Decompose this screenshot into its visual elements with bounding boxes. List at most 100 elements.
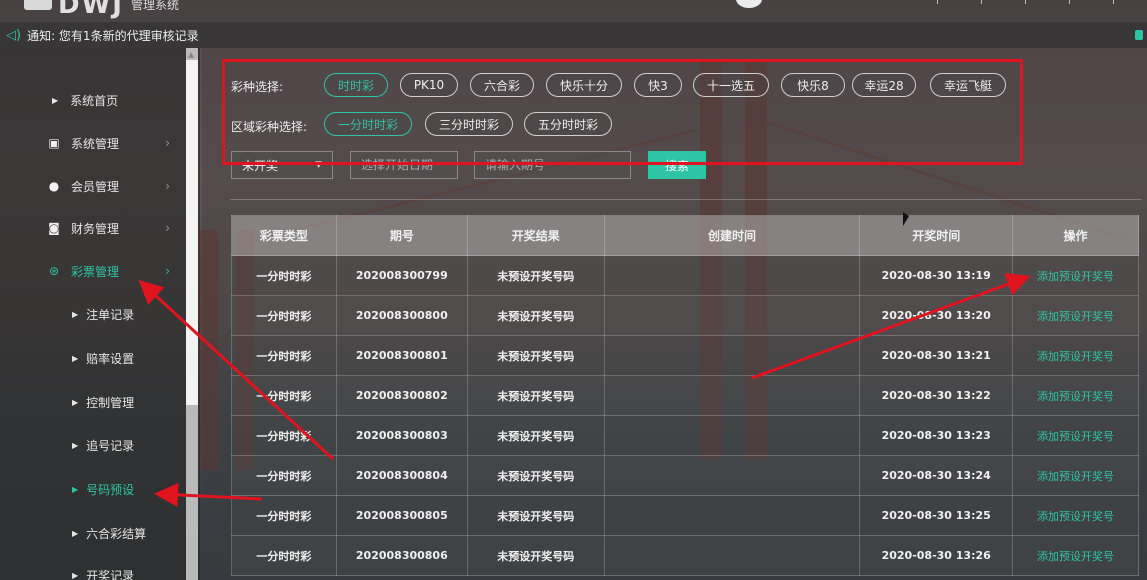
sidebar-subitem-chase[interactable]: ▶ 追号记录 <box>0 430 186 460</box>
table-row: 一分时时彩 202008300803 未预设开奖号码 2020-08-30 13… <box>231 415 1139 456</box>
cell-result: 未预设开奖号码 <box>466 495 605 536</box>
add-preset-link[interactable]: 添加预设开奖号 <box>1012 415 1139 456</box>
lottery-type-mark6[interactable]: 六合彩 <box>470 73 534 97</box>
section-divider <box>230 199 1142 200</box>
search-button[interactable]: 搜索 <box>648 151 706 179</box>
toolbar-icon[interactable] <box>1025 0 1039 4</box>
cell-issue: 202008300799 <box>335 255 468 296</box>
add-preset-link[interactable]: 添加预设开奖号 <box>1012 295 1139 336</box>
sidebar-subitem-label: 注单记录 <box>86 307 135 322</box>
region-type-label: 区域彩种选择: <box>231 120 308 134</box>
region-type-3min[interactable]: 三分时时彩 <box>425 112 513 136</box>
column-header-created: 创建时间 <box>603 215 861 256</box>
bullet-icon: ▶ <box>72 353 79 363</box>
cell-result: 未预设开奖号码 <box>466 455 605 496</box>
draw-preset-table: 彩票类型 期号 开奖结果 创建时间 开奖时间 操作 一分时时彩 20200830… <box>231 215 1139 576</box>
logo-icon <box>24 0 52 10</box>
scroll-up-icon[interactable]: ▲ <box>188 50 194 59</box>
lottery-type-11x5[interactable]: 十一选五 <box>693 73 769 97</box>
cell-draw-time: 2020-08-30 13:24 <box>859 455 1014 496</box>
sidebar-item-lottery[interactable]: ⊛ 彩票管理 › <box>0 256 186 286</box>
cell-result: 未预设开奖号码 <box>466 255 605 296</box>
sidebar-subitem-odds[interactable]: ▶ 赔率设置 <box>0 343 186 373</box>
column-header-draw-time: 开奖时间 <box>859 215 1014 256</box>
lottery-type-happy10[interactable]: 快乐十分 <box>546 73 622 97</box>
sidebar-subitem-draws[interactable]: ▶ 开奖记录 <box>0 560 186 580</box>
lottery-type-pk10[interactable]: PK10 <box>400 73 458 97</box>
toolbar-icon[interactable] <box>1069 0 1083 4</box>
toolbar-icon[interactable] <box>1113 0 1127 4</box>
cell-issue: 202008300805 <box>335 495 468 536</box>
sidebar-subitem-bets[interactable]: ▶ 注单记录 <box>0 299 186 329</box>
add-preset-link[interactable]: 添加预设开奖号 <box>1012 335 1139 376</box>
sidebar-item-members[interactable]: ● 会员管理 › <box>0 171 186 201</box>
cell-created <box>603 295 861 336</box>
sidebar-item-home[interactable]: ▶ 系统首页 <box>0 85 186 115</box>
avatar[interactable] <box>736 0 762 8</box>
lottery-type-airship[interactable]: 幸运飞艇 <box>930 73 1006 97</box>
top-toolbar <box>937 0 1127 4</box>
table-header-row: 彩票类型 期号 开奖结果 创建时间 开奖时间 操作 <box>231 215 1139 256</box>
speaker-icon: ◁) <box>6 27 22 43</box>
money-icon: ◙ <box>48 221 60 235</box>
lottery-type-label: 彩种选择: <box>231 80 284 94</box>
toolbar-icon[interactable] <box>981 0 995 4</box>
sidebar-subitem-mark6[interactable]: ▶ 六合彩结算 <box>0 518 186 548</box>
notice-edge-icon <box>1135 30 1143 40</box>
sidebar-item-system[interactable]: ▣ 系统管理 › <box>0 128 186 158</box>
sidebar-subitem-label: 控制管理 <box>86 395 135 410</box>
region-type-1min[interactable]: 一分时时彩 <box>324 112 412 136</box>
lottery-type-ssc[interactable]: 时时彩 <box>324 73 388 97</box>
region-type-5min[interactable]: 五分时时彩 <box>524 112 612 136</box>
draw-status-value: 未开奖 <box>242 158 279 173</box>
sidebar-item-label: 彩票管理 <box>71 264 120 279</box>
table-row: 一分时时彩 202008300802 未预设开奖号码 2020-08-30 13… <box>231 375 1139 416</box>
add-preset-link[interactable]: 添加预设开奖号 <box>1012 535 1139 576</box>
user-icon: ● <box>48 179 60 193</box>
lottery-type-happy8[interactable]: 快乐8 <box>781 73 845 97</box>
cell-type: 一分时时彩 <box>231 455 337 496</box>
bullet-icon: ▶ <box>72 484 79 494</box>
cell-type: 一分时时彩 <box>231 335 337 376</box>
add-preset-link[interactable]: 添加预设开奖号 <box>1012 495 1139 536</box>
draw-status-select[interactable]: 未开奖 ▼ <box>231 151 333 179</box>
top-bar: DWJ 管理系统 <box>0 0 1147 22</box>
sidebar-item-finance[interactable]: ◙ 财务管理 › <box>0 213 186 243</box>
sidebar-subitem-label: 六合彩结算 <box>86 526 147 541</box>
sidebar-subitem-label: 赔率设置 <box>86 351 135 366</box>
lottery-type-k3[interactable]: 快3 <box>634 73 682 97</box>
table-row: 一分时时彩 202008300806 未预设开奖号码 2020-08-30 13… <box>231 535 1139 576</box>
cell-draw-time: 2020-08-30 13:26 <box>859 535 1014 576</box>
sidebar-item-label: 财务管理 <box>71 221 120 236</box>
cell-issue: 202008300803 <box>335 415 468 456</box>
sidebar-subitem-preset[interactable]: ▶ 号码预设 <box>0 474 186 504</box>
table-row: 一分时时彩 202008300804 未预设开奖号码 2020-08-30 13… <box>231 455 1139 496</box>
cell-type: 一分时时彩 <box>231 535 337 576</box>
cell-issue: 202008300806 <box>335 535 468 576</box>
cell-draw-time: 2020-08-30 13:19 <box>859 255 1014 296</box>
sidebar-subitem-control[interactable]: ▶ 控制管理 <box>0 387 186 417</box>
add-preset-link[interactable]: 添加预设开奖号 <box>1012 255 1139 296</box>
notice-text[interactable]: 通知: 您有1条新的代理审核记录 <box>27 27 199 44</box>
cell-result: 未预设开奖号码 <box>466 335 605 376</box>
chevron-right-icon: › <box>165 179 170 193</box>
add-preset-link[interactable]: 添加预设开奖号 <box>1012 455 1139 496</box>
bullet-icon: ▶ <box>72 528 79 538</box>
issue-number-input[interactable] <box>474 151 631 179</box>
cell-type: 一分时时彩 <box>231 375 337 416</box>
bullet-icon: ▶ <box>72 440 79 450</box>
cell-created <box>603 335 861 376</box>
sidebar-subitem-label: 号码预设 <box>86 482 135 497</box>
sidebar-item-label: 会员管理 <box>71 179 120 194</box>
add-preset-link[interactable]: 添加预设开奖号 <box>1012 375 1139 416</box>
sidebar-item-label: 系统管理 <box>71 136 120 151</box>
table-row: 一分时时彩 202008300799 未预设开奖号码 2020-08-30 13… <box>231 255 1139 296</box>
sidebar-scroll-thumb[interactable] <box>186 60 198 405</box>
start-date-input[interactable] <box>350 151 458 179</box>
notice-bar: ◁) 通知: 您有1条新的代理审核记录 <box>0 22 1147 48</box>
toolbar-icon[interactable] <box>937 0 951 4</box>
cell-draw-time: 2020-08-30 13:23 <box>859 415 1014 456</box>
lottery-type-lucky28[interactable]: 幸运28 <box>852 73 916 97</box>
cell-type: 一分时时彩 <box>231 415 337 456</box>
cell-issue: 202008300800 <box>335 295 468 336</box>
